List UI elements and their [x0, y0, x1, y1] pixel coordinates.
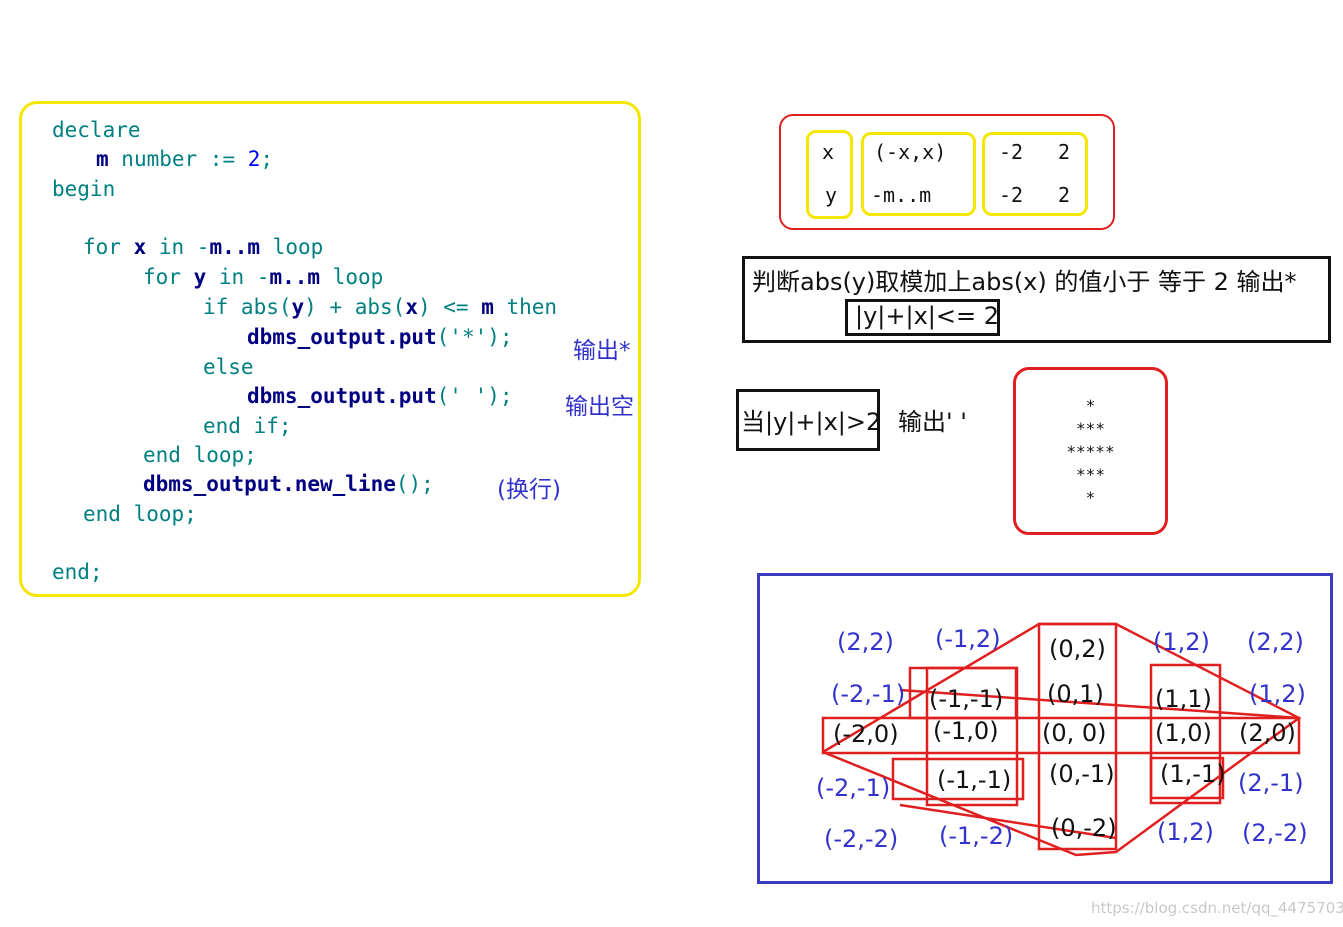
grid-cell-r4-c4: (1,-1) [1160, 760, 1226, 788]
grid-cell-r4-c2: (-1,-1) [937, 766, 1012, 794]
grid-cell-r1-c2: (-1,2) [935, 625, 1001, 653]
grid-cell-r5-c5: (2,-2) [1242, 819, 1308, 847]
grid-cell-r2-c2: (-1,-1) [929, 685, 1004, 713]
grid-cell-r1-c5: (2,2) [1247, 628, 1304, 656]
watermark: https://blog.csdn.net/qq_44757034 [1091, 899, 1343, 917]
grid-cell-r2-c3: (0,1) [1047, 680, 1104, 708]
grid-cell-r4-c1: (-2,-1) [816, 774, 891, 802]
grid-cell-r5-c4: (1,2) [1157, 818, 1214, 846]
grid-cell-r3-c3: (0, 0) [1042, 719, 1107, 747]
grid-cell-r5-c2: (-1,-2) [939, 822, 1014, 850]
grid-cell-r4-c5: (2,-1) [1238, 769, 1304, 797]
grid-cell-r2-c1: (-2,-1) [831, 680, 906, 708]
grid-cell-r3-c1: (-2,0) [833, 720, 899, 748]
grid-cell-r1-c4: (1,2) [1153, 628, 1210, 656]
grid-cell-r3-c4: (1,0) [1155, 719, 1212, 747]
grid-cell-r5-c3: (0,-2) [1051, 814, 1117, 842]
grid-cell-r4-c3: (0,-1) [1049, 760, 1115, 788]
grid-cell-r2-c4: (1,1) [1155, 685, 1212, 713]
grid-cell-r2-c5: (1,2) [1249, 680, 1306, 708]
grid-cell-r3-c5: (2,0) [1239, 719, 1296, 747]
grid-cell-r1-c3: (0,2) [1049, 635, 1106, 663]
grid-cell-r5-c1: (-2,-2) [824, 825, 899, 853]
grid-cell-r3-c2: (-1,0) [933, 717, 999, 745]
grid-cell-r1-c1: (2,2) [837, 628, 894, 656]
grid-highlight-lines [821, 622, 1302, 857]
